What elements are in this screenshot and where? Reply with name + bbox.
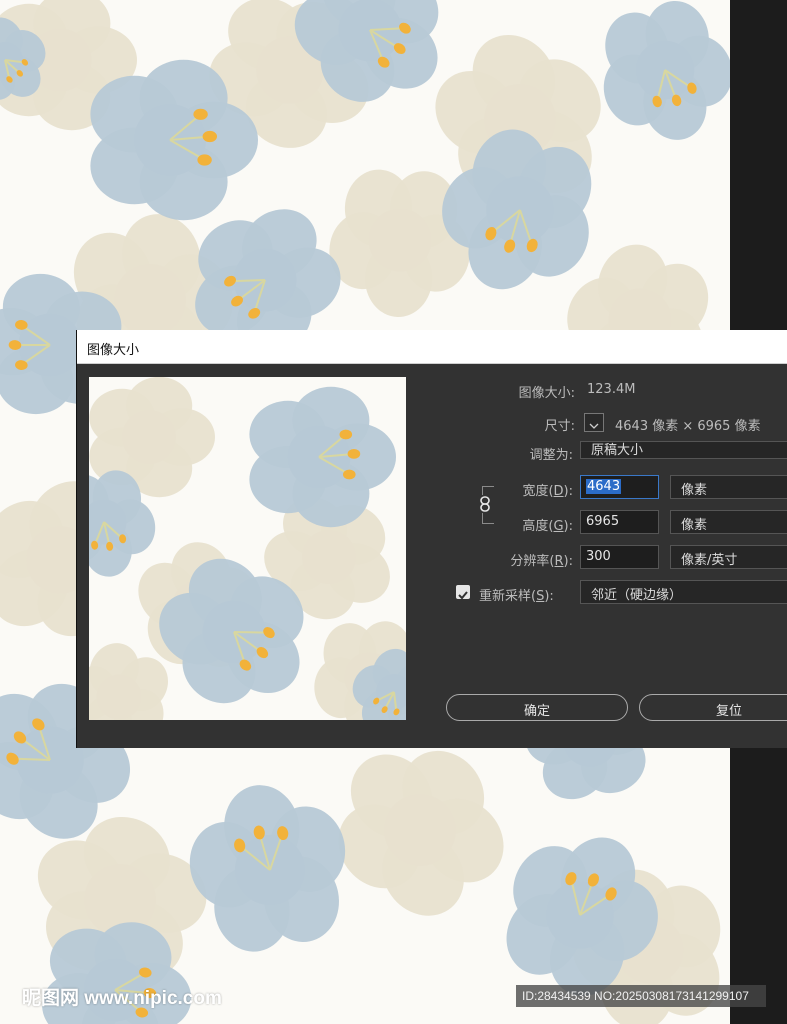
resolution-unit-select[interactable]: 像素/英寸: [670, 545, 787, 569]
height-value: 6965: [586, 514, 620, 529]
width-input[interactable]: 4643: [580, 475, 659, 499]
resolution-unit-value: 像素/英寸: [681, 553, 738, 568]
dimensions-value: 4643 像素 × 6965 像素: [615, 419, 761, 434]
dialog-titlebar[interactable]: 图像大小: [77, 330, 787, 364]
resolution-label: 分辨率(R):: [510, 554, 573, 569]
height-unit-select[interactable]: 像素: [670, 510, 787, 534]
fit-to-value: 原稿大小: [591, 443, 644, 458]
resample-checkbox[interactable]: [456, 585, 470, 600]
fit-to-select[interactable]: 原稿大小: [580, 441, 787, 459]
reset-button-label: 复位: [715, 704, 742, 719]
image-size-dialog: 图像大小 图像大小: 123.4M 尺寸: 4643 像素 × 6965 像素 …: [76, 330, 787, 748]
dialog-title: 图像大小: [87, 343, 140, 358]
preview-pattern-image: [89, 377, 406, 720]
width-unit-select[interactable]: 像素: [670, 475, 787, 499]
site-watermark: 昵图网 www.nipic.com: [22, 988, 222, 1009]
image-preview[interactable]: [89, 377, 406, 720]
resolution-value: 300: [586, 549, 611, 564]
ok-button-label: 确定: [523, 704, 550, 719]
resolution-input[interactable]: 300: [580, 545, 659, 569]
height-unit-value: 像素: [681, 518, 708, 533]
photoshop-workspace: 图像大小 图像大小: 123.4M 尺寸: 4643 像素 × 6965 像素 …: [0, 0, 787, 1024]
resample-label: 重新采样(S):: [479, 589, 554, 604]
resample-method-select[interactable]: 邻近（硬边缘）: [580, 580, 787, 604]
fit-to-label: 调整为:: [529, 448, 573, 463]
chevron-down-icon: [589, 416, 599, 429]
ok-button[interactable]: 确定: [446, 694, 628, 721]
width-value: 4643: [586, 479, 622, 494]
width-label: 宽度(D):: [522, 484, 573, 499]
dimensions-label: 尺寸:: [544, 419, 575, 434]
height-label: 高度(G):: [522, 519, 573, 534]
image-size-value: 123.4M: [587, 382, 636, 397]
reset-button[interactable]: 复位: [639, 694, 787, 721]
chain-link-icon: [478, 496, 492, 516]
checkmark-icon: [457, 586, 469, 605]
image-id-watermark: ID:28434539 NO:20250308173141299107: [516, 985, 766, 1007]
width-unit-value: 像素: [681, 483, 708, 498]
resample-method-value: 邻近（硬边缘）: [591, 588, 683, 603]
constrain-proportions-toggle[interactable]: [477, 495, 493, 513]
dimensions-unit-dropdown[interactable]: [584, 413, 604, 432]
height-input[interactable]: 6965: [580, 510, 659, 534]
image-size-label: 图像大小:: [518, 386, 575, 401]
